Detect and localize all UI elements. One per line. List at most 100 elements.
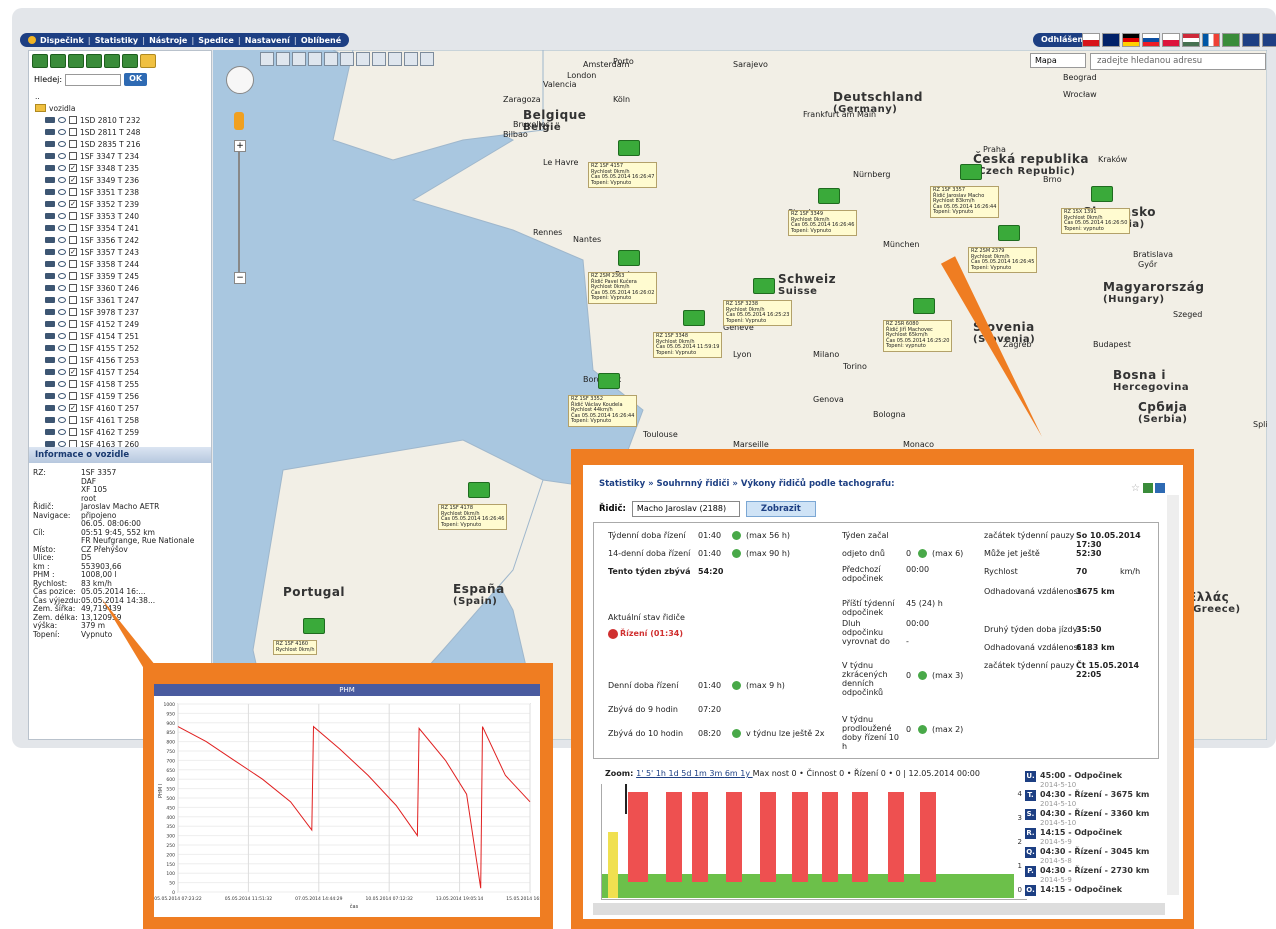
vehicle-map-label[interactable]: RZ 2SM 2379 Rychlost 0km/h Čas 05.05.201… xyxy=(968,247,1038,274)
tree-vehicle-row[interactable]: 1SF 4158 T 255 xyxy=(35,378,205,390)
route-icon[interactable] xyxy=(308,52,322,66)
eye-icon[interactable] xyxy=(58,153,66,159)
vehicle-map-label[interactable]: RZ 1SF 3357 Řidič Jaroslav Macho Rychlos… xyxy=(930,186,1000,218)
flag-uk-icon[interactable] xyxy=(1102,33,1120,47)
eye-icon[interactable] xyxy=(58,369,66,375)
zoom-level-link[interactable]: 5' xyxy=(646,769,656,778)
tree-vehicle-row[interactable]: 1SF 4152 T 249 xyxy=(35,318,205,330)
eye-icon[interactable] xyxy=(58,333,66,339)
vehicle-checkbox[interactable] xyxy=(69,140,77,148)
tree-vehicle-row[interactable]: 1SF 4159 T 256 xyxy=(35,390,205,402)
truck-marker-icon[interactable] xyxy=(598,373,620,389)
zoom-level-link[interactable]: 1m xyxy=(694,769,709,778)
menu-spedice[interactable]: Spedice xyxy=(198,36,234,45)
eye-icon[interactable] xyxy=(58,249,66,255)
weather-icon[interactable] xyxy=(340,52,354,66)
zoom-level-link[interactable]: 1d xyxy=(669,769,682,778)
zoom-level-link[interactable]: 6m xyxy=(725,769,740,778)
vehicle-checkbox[interactable]: ✓ xyxy=(69,248,77,256)
vehicle-checkbox[interactable] xyxy=(69,380,77,388)
vehicle-checkbox[interactable] xyxy=(69,356,77,364)
truck-remove-icon[interactable] xyxy=(68,54,84,68)
vehicle-map-label[interactable]: RZ 1SF 4178 Rychlost 0km/h Čas 05.05.201… xyxy=(438,504,508,531)
vehicle-map-label[interactable]: RZ 1SF 3349 Rychlost 0km/h Čas 05.05.201… xyxy=(788,210,858,237)
pan-control-icon[interactable] xyxy=(226,66,254,94)
vehicle-map-label[interactable]: RZ 1SF 4160 Rychlost 0km/h xyxy=(273,640,318,656)
vehicle-map-label[interactable]: RZ 1SF 3352 Řidič Václav Koudela Rychlos… xyxy=(568,395,638,427)
truck-marker-icon[interactable] xyxy=(1091,186,1113,202)
eye-icon[interactable] xyxy=(58,237,66,243)
truck-marker-icon[interactable] xyxy=(960,164,982,180)
eye-icon[interactable] xyxy=(58,177,66,183)
vehicle-checkbox[interactable] xyxy=(69,320,77,328)
vehicle-checkbox[interactable]: ✓ xyxy=(69,176,77,184)
star-icon[interactable]: ☆ xyxy=(1131,483,1141,494)
graph-icon[interactable] xyxy=(292,52,306,66)
vehicle-checkbox[interactable]: ✓ xyxy=(69,164,77,172)
tree-vehicle-row[interactable]: 1SF 3347 T 234 xyxy=(35,150,205,162)
breadcrumb[interactable]: Statistiky » Souhrnný řidiči » Výkony ři… xyxy=(599,479,894,489)
eye-icon[interactable] xyxy=(58,201,66,207)
poi-icon[interactable] xyxy=(404,52,418,66)
truck-group-icon[interactable] xyxy=(32,54,48,68)
menu-nastaveni[interactable]: Nastavení xyxy=(245,36,290,45)
chart-icon[interactable] xyxy=(122,54,138,68)
eye-icon[interactable] xyxy=(58,309,66,315)
tree-vehicle-row[interactable]: 1SD 2811 T 248 xyxy=(35,126,205,138)
truck-marker-icon[interactable] xyxy=(618,250,640,266)
tree-vehicle-row[interactable]: 1SF 4161 T 258 xyxy=(35,414,205,426)
traffic-light-icon[interactable] xyxy=(324,52,338,66)
tree-vehicle-row[interactable]: ✓ 1SF 4160 T 257 xyxy=(35,402,205,414)
vehicle-checkbox[interactable] xyxy=(69,116,77,124)
vehicle-map-label[interactable]: RZ 1SF 3238 Rychlost 0km/h Čas 05.05.201… xyxy=(723,300,793,327)
vehicle-checkbox[interactable] xyxy=(69,272,77,280)
map-type-select[interactable]: Mapa xyxy=(1030,53,1086,68)
help-icon-2[interactable] xyxy=(1155,483,1165,493)
tree-vehicle-row[interactable]: 1SF 4154 T 251 xyxy=(35,330,205,342)
eye-icon[interactable] xyxy=(58,285,66,291)
flag-fr-icon[interactable] xyxy=(1202,33,1220,47)
activity-row[interactable]: Q. 04:30 - Řízení - 3045 km 2014-5-8 xyxy=(1025,847,1169,866)
truck-marker-icon[interactable] xyxy=(818,188,840,204)
eye-icon[interactable] xyxy=(58,189,66,195)
help-icon[interactable] xyxy=(356,52,370,66)
home-icon[interactable] xyxy=(260,52,274,66)
eye-icon[interactable] xyxy=(58,357,66,363)
flag-sk-icon[interactable] xyxy=(1142,33,1160,47)
truck-marker-icon[interactable] xyxy=(303,618,325,634)
truck-marker-icon[interactable] xyxy=(998,225,1020,241)
activity-row[interactable]: R. 14:15 - Odpočinek 2014-5-9 xyxy=(1025,828,1169,847)
zoom-level-link[interactable]: 1' xyxy=(636,769,646,778)
search-select[interactable] xyxy=(65,73,122,86)
tree-vehicle-row[interactable]: 1SF 4156 T 253 xyxy=(35,354,205,366)
flag-hu-icon[interactable] xyxy=(1182,33,1200,47)
eye-icon[interactable] xyxy=(58,261,66,267)
vehicle-map-label[interactable]: RZ 2SR 6080 Řidič Jiří Machovec Rychlost… xyxy=(883,320,953,352)
eye-icon[interactable] xyxy=(58,381,66,387)
tree-vehicle-row[interactable]: 1SF 3978 T 237 xyxy=(35,306,205,318)
vehicle-checkbox[interactable] xyxy=(69,188,77,196)
zoom-level-link[interactable]: 1h xyxy=(656,769,669,778)
zoom-level-link[interactable]: 5d xyxy=(681,769,694,778)
tree-vehicle-row[interactable]: 1SF 3359 T 245 xyxy=(35,270,205,282)
home-add-icon[interactable] xyxy=(276,52,290,66)
tree-vehicle-row[interactable]: 1SF 3358 T 244 xyxy=(35,258,205,270)
checklist-icon[interactable] xyxy=(86,54,102,68)
activity-row[interactable]: O. 14:15 - Odpočinek xyxy=(1025,885,1169,904)
tree-folder-vozidla[interactable]: vozidla xyxy=(35,102,205,114)
zoom-max-link[interactable]: Max xyxy=(753,769,772,778)
eye-icon[interactable] xyxy=(58,273,66,279)
eye-icon[interactable] xyxy=(58,417,66,423)
zoom-out-icon[interactable]: − xyxy=(234,272,246,284)
vehicle-checkbox[interactable] xyxy=(69,416,77,424)
truck-marker-icon[interactable] xyxy=(913,298,935,314)
zoom-slider[interactable] xyxy=(238,142,240,282)
tree-vehicle-row[interactable]: ✓ 1SF 3349 T 236 xyxy=(35,174,205,186)
vehicle-checkbox[interactable] xyxy=(69,332,77,340)
add-icon[interactable] xyxy=(1143,483,1153,493)
folder-icon[interactable] xyxy=(140,54,156,68)
tree-vehicle-row[interactable]: 1SF 3356 T 242 xyxy=(35,234,205,246)
vehicle-map-label[interactable]: RZ 2SM 2363 Řidič Pavel Kučera Rychlost … xyxy=(588,272,658,304)
eye-icon[interactable] xyxy=(58,393,66,399)
flag-de-icon[interactable] xyxy=(1122,33,1140,47)
